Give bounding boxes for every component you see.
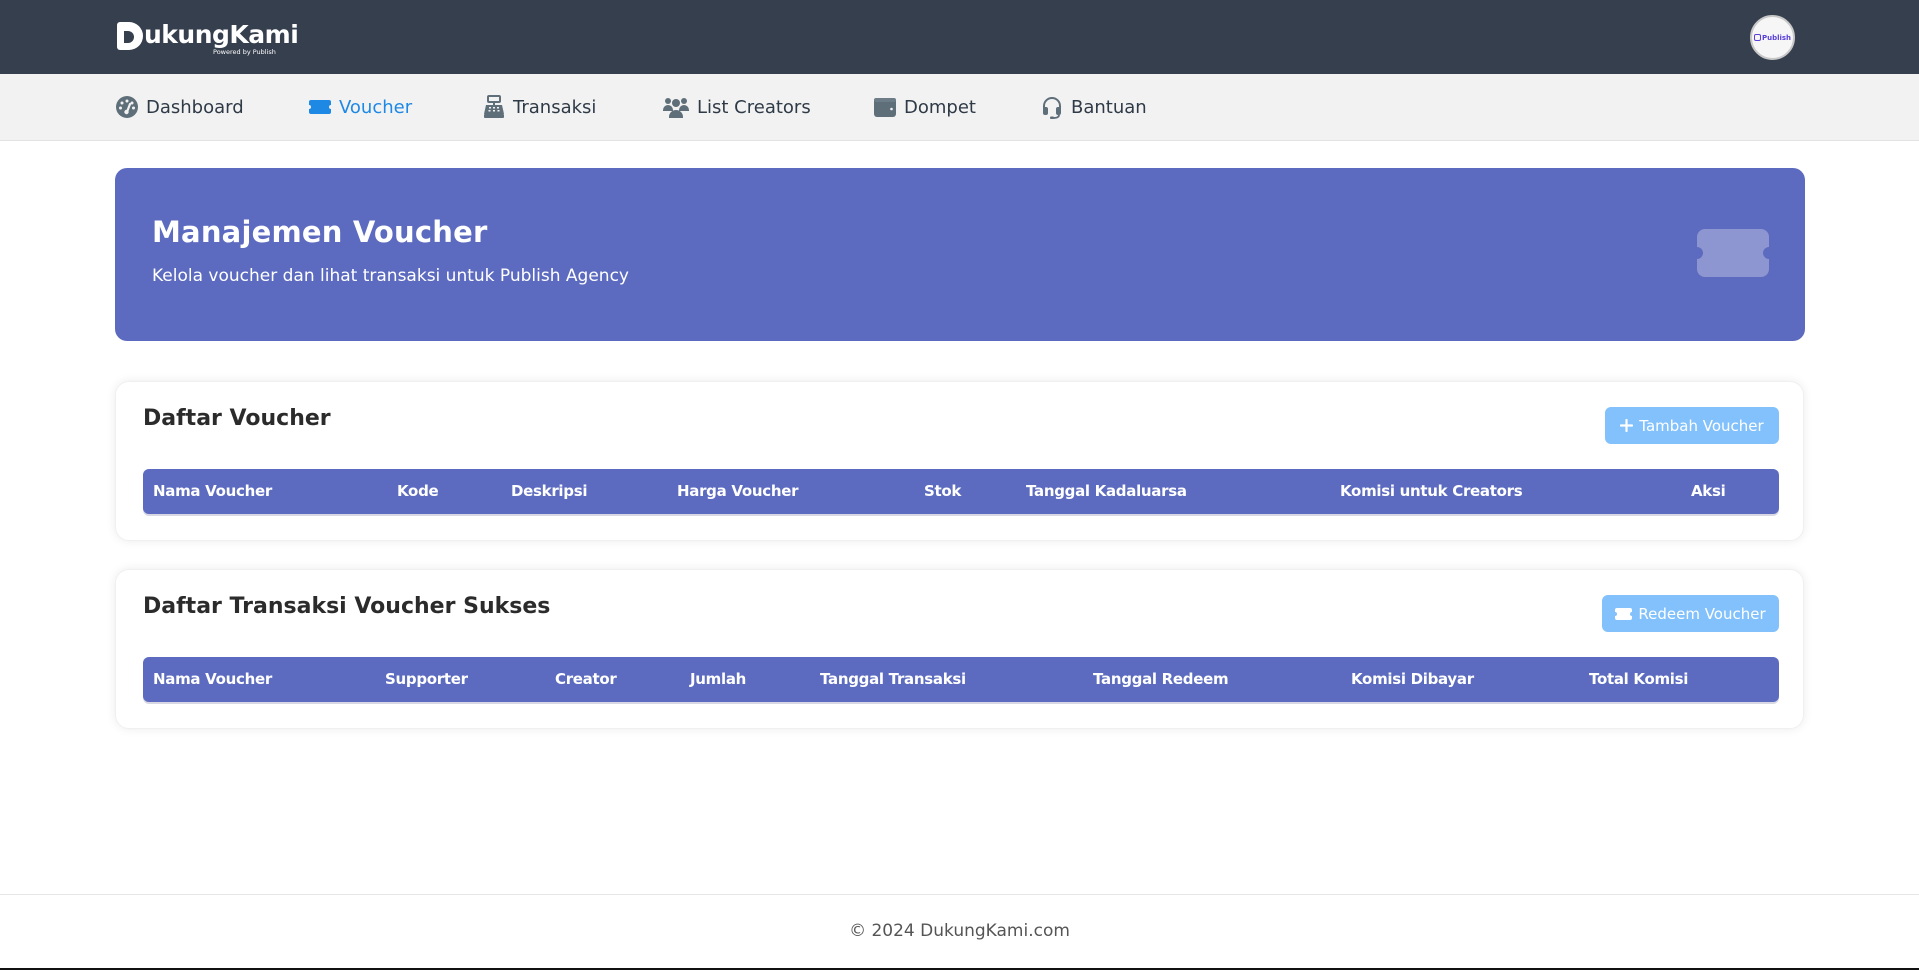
brand-name: ukungKami (144, 20, 299, 49)
nav-item-list-creators[interactable]: List Creators (662, 74, 811, 140)
brand-logo[interactable]: ukungKami Powered by Publish (117, 18, 299, 58)
top-header: ukungKami Powered by Publish Publish (0, 0, 1919, 74)
nav-label: Dompet (904, 96, 976, 118)
nav-label: Bantuan (1071, 96, 1147, 118)
transaction-table-header: Nama Voucher Supporter Creator Jumlah Ta… (143, 657, 1779, 702)
ticket-icon (1697, 229, 1769, 277)
nav-label: Voucher (339, 96, 413, 118)
plus-icon (1620, 419, 1634, 432)
column-header[interactable]: Nama Voucher (153, 657, 272, 702)
voucher-list-card: Daftar Voucher Tambah Voucher Nama Vouch… (115, 381, 1804, 541)
nav-item-dashboard[interactable]: Dashboard (115, 74, 244, 140)
column-header[interactable]: Deskripsi (511, 469, 587, 514)
voucher-table-header: Nama Voucher Kode Deskripsi Harga Vouche… (143, 469, 1779, 514)
column-header[interactable]: Total Komisi (1589, 657, 1688, 702)
brand-tagline: Powered by Publish (213, 48, 276, 56)
publish-logo-icon (1753, 34, 1761, 41)
headset-icon (1040, 95, 1064, 119)
avatar-label: Publish (1761, 33, 1792, 42)
user-avatar[interactable]: Publish (1750, 15, 1795, 60)
column-header[interactable]: Supporter (385, 657, 468, 702)
avatar-logo: Publish (1753, 33, 1792, 42)
users-icon (662, 95, 690, 119)
gauge-icon (115, 95, 139, 119)
column-header[interactable]: Jumlah (690, 657, 746, 702)
ticket-icon (308, 95, 332, 119)
column-header[interactable]: Tanggal Redeem (1093, 657, 1229, 702)
column-header[interactable]: Creator (555, 657, 617, 702)
cash-register-icon (482, 95, 506, 119)
footer: © 2024 DukungKami.com (0, 894, 1919, 968)
redeem-voucher-button[interactable]: Redeem Voucher (1602, 595, 1779, 632)
column-header[interactable]: Stok (924, 469, 961, 514)
transaction-list-card: Daftar Transaksi Voucher Sukses Redeem V… (115, 569, 1804, 729)
column-header[interactable]: Tanggal Kadaluarsa (1026, 469, 1187, 514)
ticket-icon (1615, 607, 1633, 620)
transaction-list-title: Daftar Transaksi Voucher Sukses (143, 594, 551, 619)
column-header[interactable]: Kode (397, 469, 439, 514)
redeem-voucher-label: Redeem Voucher (1638, 604, 1766, 623)
nav-item-dompet[interactable]: Dompet (873, 74, 976, 140)
nav-label: List Creators (697, 96, 811, 118)
nav-label: Dashboard (146, 96, 244, 118)
page-title: Manajemen Voucher (152, 215, 488, 249)
wallet-icon (873, 95, 897, 119)
nav-item-bantuan[interactable]: Bantuan (1040, 74, 1147, 140)
main-nav: Dashboard Voucher Transaksi List Creator… (0, 74, 1919, 141)
nav-item-transaksi[interactable]: Transaksi (482, 74, 596, 140)
add-voucher-button[interactable]: Tambah Voucher (1605, 407, 1779, 444)
voucher-list-title: Daftar Voucher (143, 406, 331, 431)
page-banner: Manajemen Voucher Kelola voucher dan lih… (115, 168, 1805, 341)
column-header[interactable]: Tanggal Transaksi (820, 657, 966, 702)
column-header[interactable]: Harga Voucher (677, 469, 798, 514)
column-header[interactable]: Komisi Dibayar (1351, 657, 1474, 702)
copyright-text: © 2024 DukungKami.com (849, 921, 1070, 941)
logo-mark (117, 22, 143, 50)
nav-item-voucher[interactable]: Voucher (308, 74, 412, 140)
add-voucher-label: Tambah Voucher (1639, 416, 1764, 435)
column-header[interactable]: Aksi (1691, 469, 1726, 514)
page-subtitle: Kelola voucher dan lihat transaksi untuk… (152, 266, 629, 286)
nav-label: Transaksi (513, 96, 597, 118)
column-header[interactable]: Nama Voucher (153, 469, 272, 514)
column-header[interactable]: Komisi untuk Creators (1340, 469, 1523, 514)
